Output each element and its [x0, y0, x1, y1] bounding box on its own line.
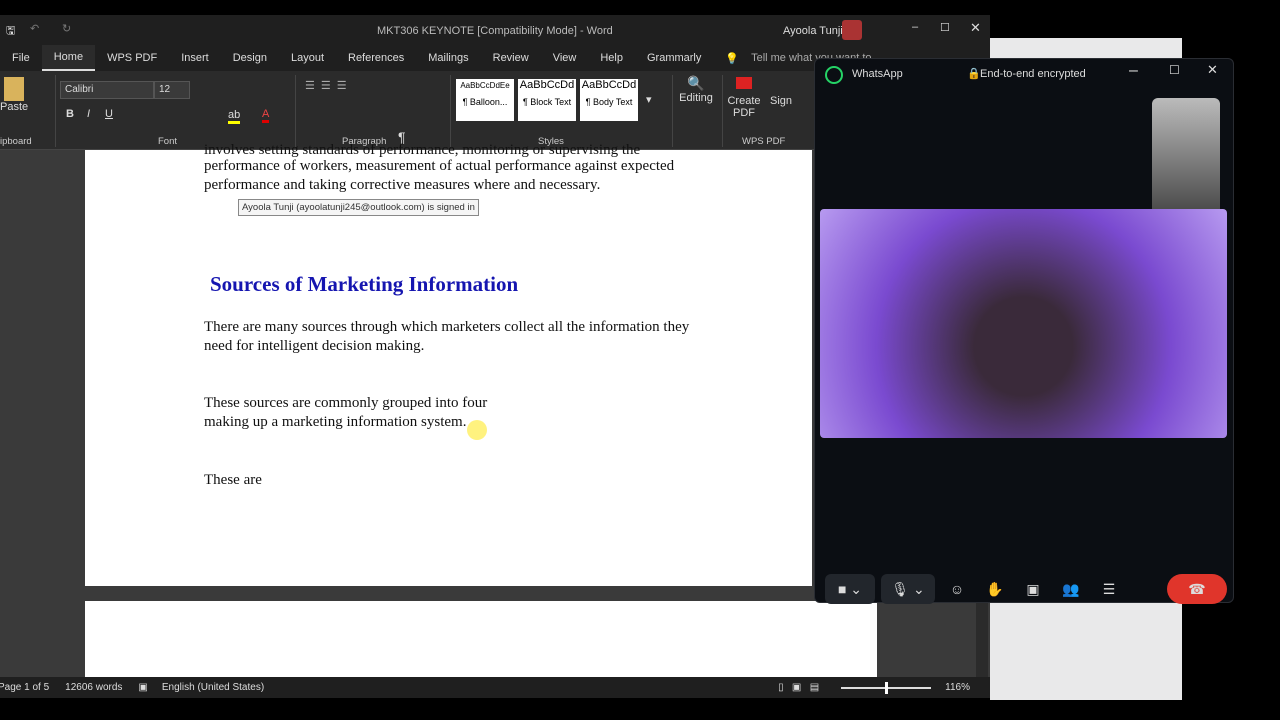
paragraph-text: need for intelligent decision making. — [204, 338, 425, 354]
group-label-font: Font — [158, 136, 178, 147]
tab-insert[interactable]: Insert — [169, 52, 221, 64]
sign-button[interactable]: Sign — [766, 95, 796, 107]
proofing-icon[interactable]: ▣ — [138, 682, 147, 693]
tab-design[interactable]: Design — [221, 52, 279, 64]
more-options-icon[interactable]: ☰ — [1097, 574, 1121, 604]
raise-hand-icon[interactable]: ✋ — [983, 574, 1007, 604]
tab-references[interactable]: References — [336, 52, 416, 64]
zoom-level[interactable]: 116% — [945, 682, 970, 693]
status-bar: Page 1 of 5 12606 words ▣ English (Unite… — [0, 677, 990, 698]
save-icon[interactable]: 🖫 — [6, 22, 15, 41]
italic-button[interactable]: I — [87, 108, 90, 120]
tab-layout[interactable]: Layout — [279, 52, 336, 64]
undo-icon[interactable]: ↶ — [30, 22, 39, 35]
share-screen-icon[interactable]: ▣ — [1021, 574, 1045, 604]
font-name-select[interactable]: Calibri — [60, 81, 154, 99]
camera-button[interactable]: ■ ⌄ — [825, 574, 875, 604]
remote-video — [820, 209, 1227, 438]
tab-home[interactable]: Home — [41, 45, 96, 71]
style-body-text[interactable]: AaBbCcDd ¶ Body Text — [580, 79, 638, 121]
paragraph-text: These are — [204, 472, 262, 488]
word-count[interactable]: 12606 words — [65, 682, 122, 693]
participants-icon[interactable]: 👥 — [1059, 574, 1083, 604]
highlight-button[interactable]: ab — [228, 109, 241, 124]
close-icon[interactable]: ✕ — [970, 20, 981, 36]
redo-icon[interactable]: ↻ — [62, 22, 71, 35]
tab-mailings[interactable]: Mailings — [416, 52, 480, 64]
zoom-thumb — [885, 681, 889, 694]
editing-button[interactable]: 🔍 Editing — [676, 75, 716, 104]
tab-help[interactable]: Help — [588, 52, 635, 64]
whatsapp-icon — [825, 66, 843, 84]
close-icon[interactable]: ✕ — [1207, 62, 1218, 78]
encryption-label: End-to-end encrypted — [980, 68, 1086, 80]
app-name: WhatsApp — [852, 68, 903, 80]
list-buttons[interactable]: ☰☰☰ — [305, 79, 353, 92]
maximize-icon[interactable]: ☐ — [940, 21, 950, 34]
paragraph-text: performance of workers, measurement of a… — [204, 158, 675, 174]
lock-icon: 🔒 — [967, 68, 981, 80]
microphone-button[interactable]: 🎙 ⌄ — [881, 574, 935, 604]
end-call-button[interactable]: ☎ — [1167, 574, 1227, 604]
minimize-icon[interactable]: – — [1129, 62, 1138, 80]
language[interactable]: English (United States) — [162, 682, 264, 693]
paragraph-text: These sources are commonly grouped into … — [204, 395, 488, 411]
tab-view[interactable]: View — [541, 52, 589, 64]
tab-grammarly[interactable]: Grammarly — [635, 52, 713, 64]
paragraph-text: performance and taking corrective measur… — [204, 177, 601, 193]
font-size-select[interactable]: 12 — [154, 81, 190, 99]
vertical-scrollbar[interactable] — [976, 601, 988, 677]
avatar[interactable] — [842, 20, 862, 40]
view-buttons[interactable]: ▯ ▣ ▤ — [778, 682, 819, 693]
page-count[interactable]: Page 1 of 5 — [0, 682, 49, 693]
tab-file[interactable]: File — [0, 52, 42, 64]
signed-in-tooltip: Ayoola Tunji (ayoolatunji245@outlook.com… — [238, 199, 479, 216]
section-heading: Sources of Marketing Information — [210, 272, 519, 296]
self-video-preview[interactable] — [1152, 98, 1220, 218]
clipboard-icon — [4, 77, 24, 101]
title-bar: 🖫 ↶ ↻ MKT306 KEYNOTE [Compatibility Mode… — [0, 15, 990, 45]
tab-wps-pdf[interactable]: WPS PDF — [95, 52, 169, 64]
pdf-icon — [736, 77, 752, 89]
minimize-icon[interactable]: – — [912, 21, 918, 33]
cursor-highlight — [467, 420, 487, 440]
reactions-icon[interactable]: ☺ — [945, 574, 969, 604]
whatsapp-window: WhatsApp 🔒 End-to-end encrypted – ☐ ✕ ■ … — [814, 58, 1234, 604]
zoom-slider[interactable] — [841, 681, 932, 694]
style-block-text[interactable]: AaBbCcDd ¶ Block Text — [518, 79, 576, 121]
user-name[interactable]: Ayoola Tunji — [783, 25, 843, 37]
paste-button[interactable]: Paste — [0, 77, 28, 113]
lightbulb-icon: 💡 — [725, 52, 740, 65]
styles-more-icon[interactable]: ▾ — [646, 93, 652, 106]
maximize-icon[interactable]: ☐ — [1169, 63, 1180, 77]
group-label-clipboard: ipboard — [0, 136, 32, 147]
tab-review[interactable]: Review — [481, 52, 541, 64]
bold-button[interactable]: B — [66, 108, 74, 120]
paragraph-text: There are many sources through which mar… — [204, 319, 690, 335]
font-color-button[interactable]: A — [262, 108, 270, 123]
document-title: MKT306 KEYNOTE [Compatibility Mode] - Wo… — [377, 25, 613, 37]
paragraph-text: making up a marketing information system… — [204, 414, 467, 430]
document-page[interactable]: involves setting standards of performanc… — [85, 142, 812, 586]
create-pdf-button[interactable]: Create PDF — [726, 77, 762, 119]
group-label-wps-pdf: WPS PDF — [742, 136, 786, 147]
underline-button[interactable]: U — [105, 108, 113, 120]
search-icon: 🔍 — [687, 75, 705, 91]
style-balloon[interactable]: AaBbCcDdEe ¶ Balloon... — [456, 79, 514, 121]
